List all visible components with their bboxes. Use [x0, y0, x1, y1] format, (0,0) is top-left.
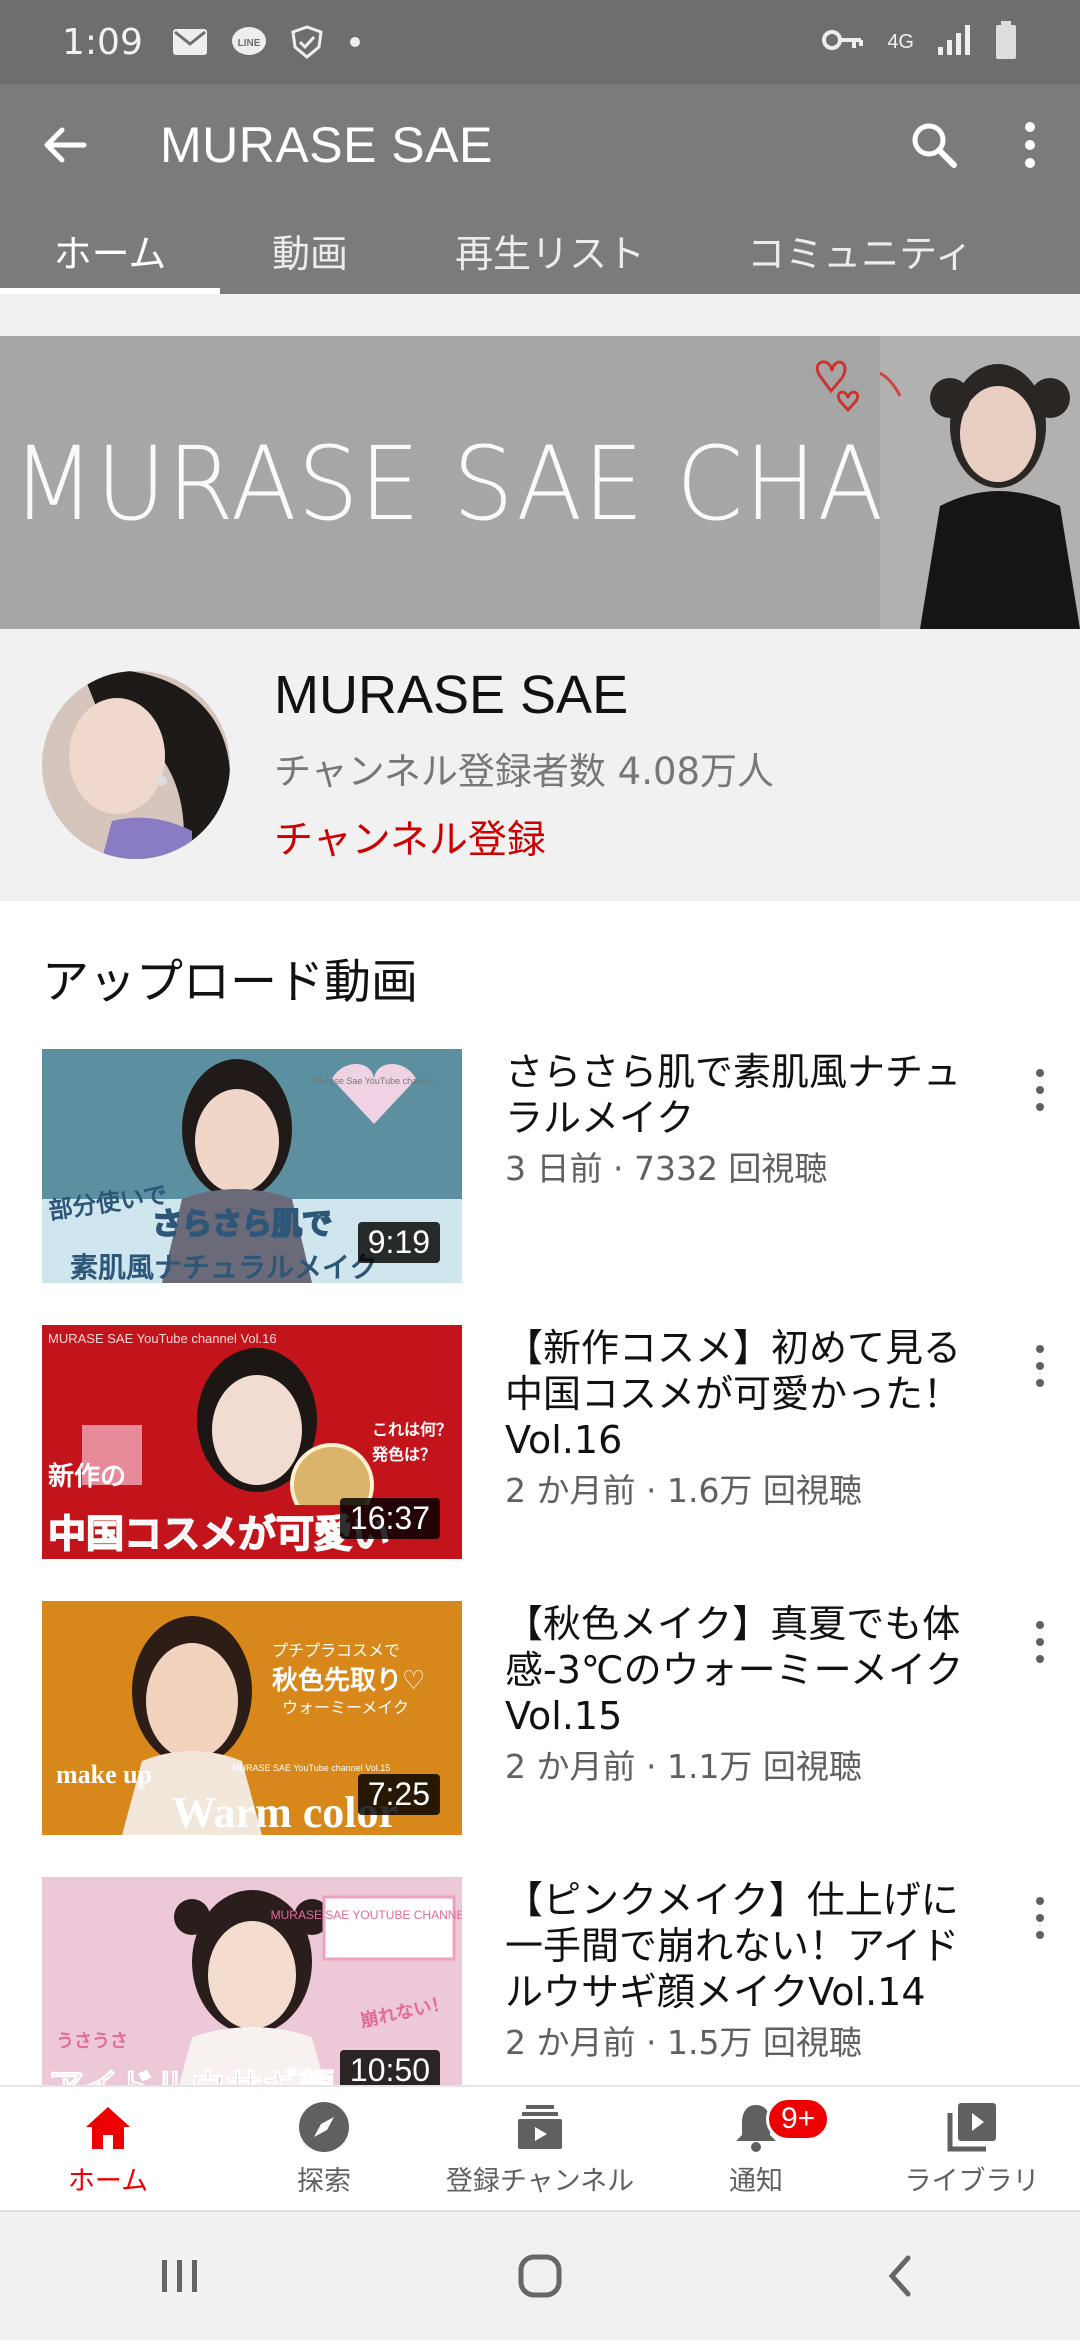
video-title[interactable]: 【新作コスメ】初めて見る中国コスメが可愛かった！Vol.16 2 か月前 · 1… [505, 1325, 975, 1513]
video-meta: 3 日前 · 7332 回視聴 [505, 1149, 828, 1188]
signal-icon [936, 23, 972, 61]
subscribe-button[interactable]: チャンネル登録 [274, 809, 546, 865]
video-duration: 9:19 [357, 1222, 440, 1263]
svg-text:MURASE SAE YouTube channel Vol: MURASE SAE YouTube channel Vol.15 [232, 1763, 390, 1773]
subscriptions-icon [518, 2105, 562, 2149]
svg-text:さらさら肌で: さらさら肌で [152, 1207, 332, 1242]
back-system-button[interactable] [855, 2241, 945, 2311]
video-title[interactable]: さらさら肌で素肌風ナチュラルメイク 3 日前 · 7332 回視聴 [505, 1049, 975, 1191]
video-title[interactable]: 【ピンクメイク】仕上げに一手間で崩れない！アイドルウサギ顔メイクVol.14 2… [505, 1877, 975, 2065]
bottom-navigation: ホーム 探索 登録チャンネル 通知 9+ ライブラリ [0, 2085, 1080, 2210]
tab-home[interactable]: ホーム [0, 206, 220, 294]
uploads-section: アップロード動画 Murase Sae YouTube channel 部分使い… [0, 901, 1080, 2085]
nav-notifications[interactable]: 通知 9+ [648, 2087, 864, 2210]
svg-text:アイドルウサギ顔: アイドルウサギ顔 [48, 2067, 334, 2085]
svg-text:うさうさ: うさうさ [56, 2031, 128, 2052]
dot-icon [345, 25, 385, 59]
video-thumbnail[interactable]: プチプラコスメで 秋色先取り♡ ウォーミーメイク MURASE SAE YouT… [42, 1601, 462, 1835]
status-bar: 1:09 LINE 4G [0, 0, 1080, 84]
search-icon [912, 123, 957, 168]
library-icon [947, 2103, 996, 2152]
nav-home[interactable]: ホーム [0, 2087, 216, 2210]
system-navigation [0, 2210, 1080, 2340]
shield-check-icon [287, 25, 327, 59]
back-chevron-icon [888, 2255, 911, 2297]
nav-explore[interactable]: 探索 [216, 2087, 432, 2210]
channel-tabs: ホーム 動画 再生リスト コミュニティ [0, 206, 1080, 294]
home-circle-icon [518, 2254, 562, 2298]
svg-text:ウォーミーメイク: ウォーミーメイク [282, 1698, 409, 1717]
banner-person-image [880, 336, 1080, 629]
video-item[interactable]: MURASE SAE YouTube channel Vol.16 これは何？ … [0, 1325, 1080, 1563]
subscriber-count: チャンネル登録者数 4.08万人 [274, 750, 775, 793]
search-button[interactable] [908, 119, 960, 171]
notification-badge: 9+ [766, 2097, 831, 2141]
video-item[interactable]: プチプラコスメで 秋色先取り♡ ウォーミーメイク MURASE SAE YouT… [0, 1601, 1080, 1839]
video-item[interactable]: MURASE SAE YOUTUBE CHANNEL Vol.14 崩れない！ … [0, 1877, 1080, 2085]
svg-text:秋色先取り♡: 秋色先取り♡ [272, 1665, 425, 1696]
svg-text:MURASE SAE YOUTUBE CHANNEL Vol: MURASE SAE YOUTUBE CHANNEL Vol.14 [271, 1908, 462, 1922]
nav-library[interactable]: ライブラリ [864, 2087, 1080, 2210]
video-thumbnail[interactable]: MURASE SAE YOUTUBE CHANNEL Vol.14 崩れない！ … [42, 1877, 462, 2085]
svg-text:中国コスメが可愛い: 中国コスメが可愛い [48, 1512, 390, 1556]
compass-icon [299, 2102, 349, 2152]
svg-text:これは何？: これは何？ [372, 1420, 452, 1439]
video-more-button[interactable] [1030, 1345, 1050, 1395]
recents-button[interactable] [135, 2241, 225, 2311]
tab-videos[interactable]: 動画 [220, 206, 400, 294]
network-4g-label: 4G [887, 31, 914, 53]
key-icon [821, 25, 865, 59]
video-more-button[interactable] [1030, 1897, 1050, 1947]
arrow-left-icon [44, 127, 87, 163]
recents-icon [162, 2260, 197, 2292]
battery-icon [994, 20, 1018, 64]
video-duration: 10:50 [339, 2050, 440, 2085]
svg-text:make up: make up [56, 1760, 152, 1789]
more-options-button[interactable] [1020, 119, 1040, 171]
mail-icon [171, 25, 211, 59]
channel-header: MURASE SAE チャンネル登録者数 4.08万人 チャンネル登録 [0, 629, 1080, 901]
section-title: アップロード動画 [42, 955, 418, 1010]
channel-name: MURASE SAE [274, 665, 629, 725]
tab-community[interactable]: コミュニティ [700, 206, 1020, 294]
video-duration: 7:25 [357, 1774, 440, 1815]
channel-banner: MURASE SAE CHANNEL [0, 336, 1080, 629]
svg-text:プチプラコスメで: プチプラコスメで [272, 1641, 400, 1660]
app-bar-title: MURASE SAE [160, 117, 493, 173]
home-icon [86, 2107, 130, 2149]
svg-text:MURASE SAE YouTube channel Vol: MURASE SAE YouTube channel Vol.16 [48, 1331, 277, 1346]
channel-avatar[interactable] [42, 671, 230, 859]
nav-subscriptions[interactable]: 登録チャンネル [432, 2087, 648, 2210]
video-meta: 2 か月前 · 1.5万 回視聴 [505, 2023, 862, 2062]
app-bar: MURASE SAE ホーム 動画 再生リスト コミュニティ [0, 84, 1080, 294]
svg-text:LINE: LINE [237, 38, 260, 49]
video-meta: 2 か月前 · 1.6万 回視聴 [505, 1471, 862, 1510]
status-time: 1:09 [62, 21, 143, 63]
video-meta: 2 か月前 · 1.1万 回視聴 [505, 1747, 862, 1786]
svg-text:発色は？: 発色は？ [371, 1445, 436, 1464]
video-thumbnail[interactable]: MURASE SAE YouTube channel Vol.16 これは何？ … [42, 1325, 462, 1559]
svg-text:素肌風ナチュラルメイク: 素肌風ナチュラルメイク [70, 1251, 377, 1283]
line-icon: LINE [229, 25, 269, 59]
video-more-button[interactable] [1030, 1621, 1050, 1671]
video-thumbnail[interactable]: Murase Sae YouTube channel 部分使いで さらさら肌で … [42, 1049, 462, 1283]
tab-playlists[interactable]: 再生リスト [400, 206, 700, 294]
svg-text:新作の: 新作の [48, 1461, 126, 1492]
back-button[interactable] [40, 120, 90, 170]
home-system-button[interactable] [495, 2241, 585, 2311]
video-duration: 16:37 [339, 1498, 440, 1539]
video-item[interactable]: Murase Sae YouTube channel 部分使いで さらさら肌で … [0, 1049, 1080, 1287]
heart-doodle-icon [815, 360, 860, 413]
video-more-button[interactable] [1030, 1069, 1050, 1119]
more-vertical-icon [1025, 122, 1035, 168]
svg-text:Murase Sae YouTube channel: Murase Sae YouTube channel [314, 1076, 434, 1086]
video-title[interactable]: 【秋色メイク】真夏でも体感-3℃のウォーミーメイクVol.15 2 か月前 · … [505, 1601, 975, 1789]
